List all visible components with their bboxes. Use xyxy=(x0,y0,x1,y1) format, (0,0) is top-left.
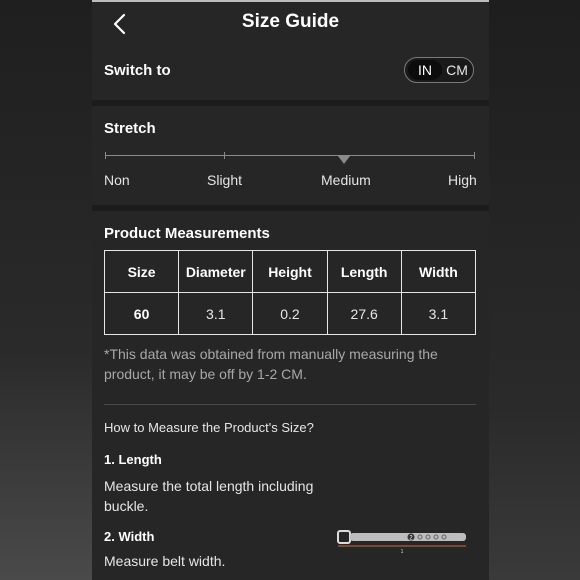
measurement-note: *This data was obtained from manually me… xyxy=(104,346,438,382)
unit-switch-label: Switch to xyxy=(104,62,171,79)
page-title: Size Guide xyxy=(241,11,340,32)
table-cell: 0.2 xyxy=(252,292,328,335)
table-cell: 3.1 xyxy=(400,292,477,335)
length-marker-label: 1 xyxy=(401,549,404,555)
table-cell: 60 xyxy=(103,292,180,335)
stretch-level-non: Non xyxy=(104,172,130,188)
unit-option-cm[interactable]: CM xyxy=(443,60,471,80)
table-cell: 27.6 xyxy=(326,292,402,335)
measurements-title: Product Measurements xyxy=(104,225,270,242)
buckle-shape xyxy=(337,530,351,544)
measurements-table: Size Diameter Height Length Width 60 3.1… xyxy=(103,250,477,335)
unit-option-in[interactable]: IN xyxy=(408,60,442,80)
background-left xyxy=(0,0,92,580)
table-header-row: Size Diameter Height Length Width xyxy=(103,250,477,293)
unit-toggle[interactable]: IN CM xyxy=(404,57,474,83)
table-header-cell: Height xyxy=(252,250,328,293)
step-text-width: Measure belt width. xyxy=(104,553,226,569)
background-right xyxy=(489,0,580,580)
table-header-cell: Length xyxy=(326,250,402,293)
table-header-cell: Diameter xyxy=(178,250,254,293)
belt-diagram-icon: 2 1 xyxy=(337,530,466,555)
step-text-length: Measure the total length including buckl… xyxy=(104,478,314,514)
section-divider xyxy=(92,205,489,211)
stretch-level-high: High xyxy=(448,172,477,188)
size-guide-panel: Size Guide Switch to IN CM Stretch Non S… xyxy=(92,0,489,580)
section-divider xyxy=(92,100,489,106)
table-cell: 3.1 xyxy=(178,292,254,335)
horizontal-divider xyxy=(104,404,476,405)
stretch-label: Stretch xyxy=(104,120,156,137)
how-to-title: How to Measure the Product's Size? xyxy=(104,420,314,435)
stretch-tick xyxy=(224,152,225,159)
stretch-tick xyxy=(474,152,475,159)
table-header-cell: Width xyxy=(400,250,477,293)
table-row: 60 3.1 0.2 27.6 3.1 xyxy=(103,292,477,335)
table-header-cell: Size xyxy=(103,250,180,293)
stretch-level-medium: Medium xyxy=(321,172,371,188)
step-heading-width: 2. Width xyxy=(104,529,155,544)
stretch-tick xyxy=(105,152,106,159)
stretch-selected-pointer xyxy=(338,156,350,164)
step-heading-length: 1. Length xyxy=(104,452,162,467)
stretch-level-slight: Slight xyxy=(207,172,243,188)
top-divider xyxy=(92,0,489,2)
stretch-scale-line xyxy=(105,155,475,156)
